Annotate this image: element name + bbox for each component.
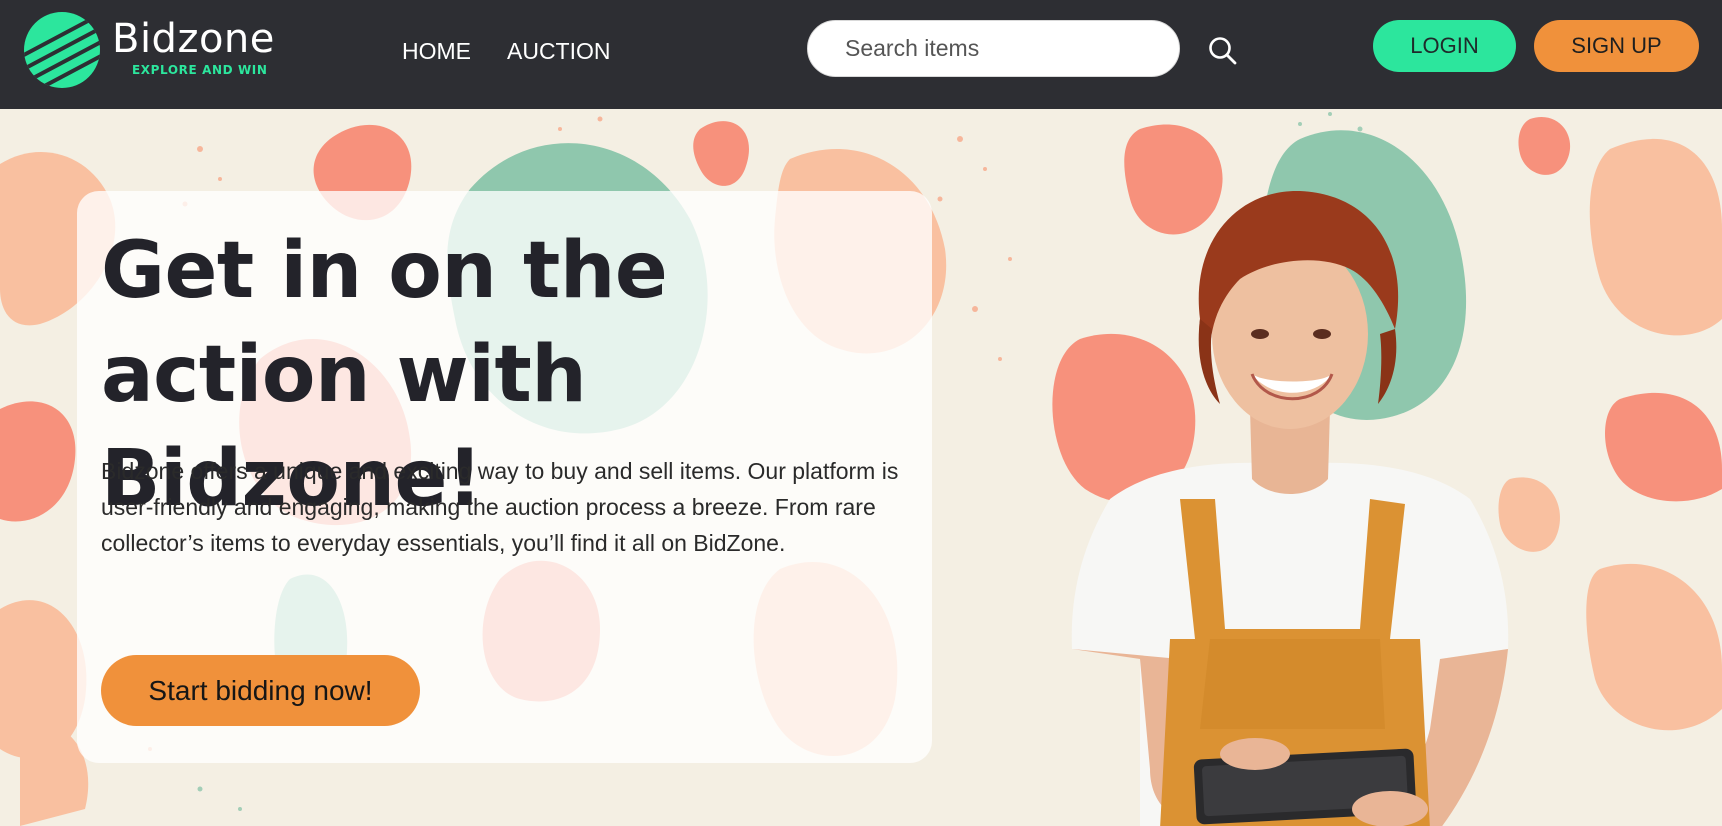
search-box (807, 20, 1180, 77)
start-bidding-button[interactable]: Start bidding now! (101, 655, 420, 726)
signup-button[interactable]: SIGN UP (1534, 20, 1699, 72)
hero-section: Get in on the action with Bidzone! Bidzo… (0, 109, 1722, 826)
brand-name: Bidzone (112, 16, 275, 62)
hero-person-image (1071, 190, 1509, 826)
login-button[interactable]: LOGIN (1373, 20, 1516, 72)
hero-text-card: Get in on the action with Bidzone! Bidzo… (77, 191, 932, 763)
hero-description: Bidzone offers a unique and exciting way… (101, 458, 899, 556)
brand-tagline: EXPLORE AND WIN (132, 63, 268, 77)
search-icon[interactable] (1206, 34, 1240, 68)
nav-link-home[interactable]: HOME (402, 38, 471, 65)
search-input[interactable] (808, 21, 1179, 76)
top-navbar: Bidzone EXPLORE AND WIN HOME AUCTION LOG… (0, 0, 1722, 109)
nav-link-auction[interactable]: AUCTION (507, 38, 611, 65)
brand-logo[interactable]: Bidzone EXPLORE AND WIN (24, 12, 314, 92)
striped-circle-logo-icon (24, 12, 100, 88)
